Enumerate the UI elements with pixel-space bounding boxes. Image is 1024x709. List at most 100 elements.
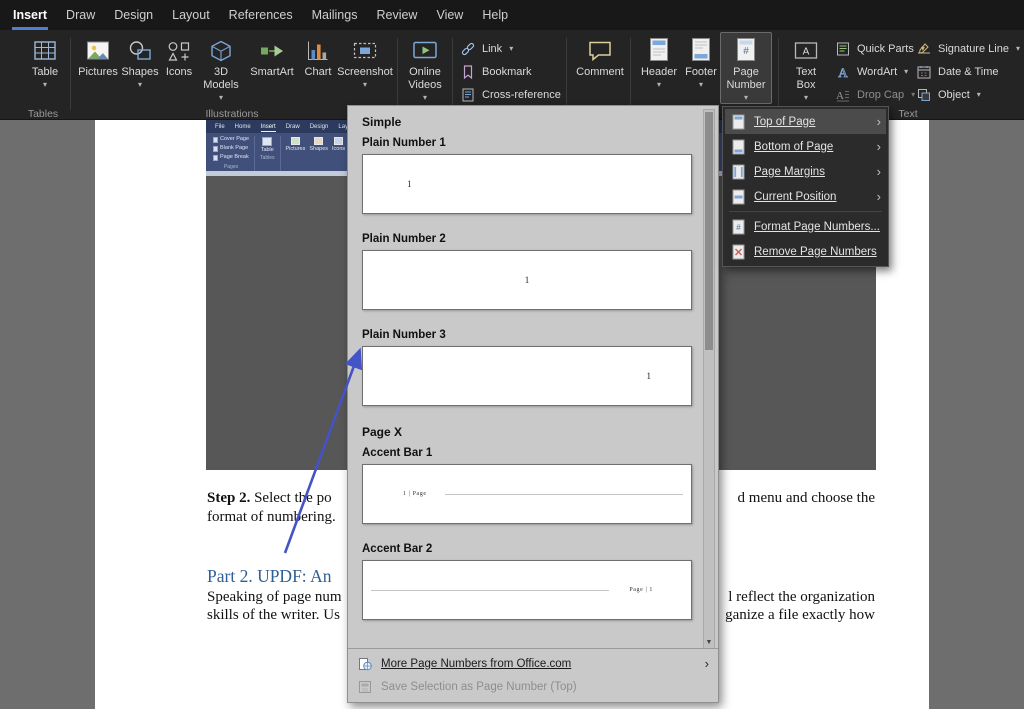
embedded-pages-group-label: Pages (213, 164, 249, 170)
tab-help[interactable]: Help (479, 0, 511, 30)
shapes-button[interactable]: Shapes ▾ (120, 35, 160, 89)
blank-page-icon (213, 146, 218, 152)
object-button[interactable]: Object ▾ (916, 86, 981, 104)
signature-line-button[interactable]: Signature Line ▾ (916, 40, 1020, 58)
embedded-tab: File (215, 124, 225, 130)
pictures-button-label: Pictures (78, 66, 118, 79)
menu-item-label: Bottom of Page (754, 141, 833, 153)
drop-cap-button[interactable]: A Drop Cap ▾ (835, 86, 915, 104)
more-page-numbers-label: More Page Numbers from Office.com (381, 658, 571, 670)
embedded-table-label: Table (261, 147, 274, 153)
date-time-button[interactable]: Date & Time (916, 63, 999, 81)
save-selection-menu-item[interactable]: Save Selection as Page Number (Top) (348, 675, 718, 698)
smartart-button[interactable]: SmartArt (245, 35, 299, 79)
embedded-tab: Draw (286, 124, 300, 130)
3d-models-icon (208, 35, 234, 63)
gallery-item-preview: 1 | Page (362, 464, 692, 524)
gallery-section-title-simple: Simple (362, 115, 718, 129)
header-button[interactable]: Header ▾ (637, 35, 681, 89)
footer-button[interactable]: Footer ▾ (681, 35, 721, 89)
drop-cap-icon: A (835, 87, 851, 103)
gallery-item-preview: 1 (362, 346, 692, 406)
embedded-illustrations-group: Pictures Shapes Icons (286, 136, 346, 171)
tab-insert[interactable]: Insert (10, 0, 50, 30)
doc-para-left-2: skills of the writer. Us (207, 606, 340, 624)
3d-models-button[interactable]: 3D Models ▾ (198, 35, 244, 102)
menu-item-format-page-numbers[interactable]: # Format Page Numbers... (725, 214, 886, 239)
submenu-arrow-icon: › (877, 190, 881, 203)
preview-page-number: 1 (647, 371, 652, 381)
online-videos-button-label-line1: Online (409, 66, 441, 79)
cross-reference-button[interactable]: Cross-reference (460, 86, 561, 104)
menu-item-label: Page Margins (754, 166, 825, 178)
menu-item-remove-page-numbers[interactable]: Remove Page Numbers (725, 239, 886, 264)
screenshot-button[interactable]: Screenshot ▾ (336, 35, 394, 89)
gallery-scrollbar-thumb[interactable] (705, 112, 713, 350)
embedded-icons-label: Icons (332, 146, 345, 152)
link-icon (460, 41, 476, 57)
icons-button-label: Icons (166, 66, 192, 79)
table-button[interactable]: Table ▾ (22, 35, 68, 89)
menu-item-top-of-page[interactable]: Top of Page › (725, 109, 886, 134)
gallery-section-title-page-x: Page X (362, 425, 718, 439)
embedded-table-icon (262, 137, 272, 146)
embedded-tab-insert: Insert (261, 124, 276, 130)
menu-item-label: Remove Page Numbers (754, 246, 877, 258)
submenu-arrow-icon: › (877, 140, 881, 153)
wordart-button[interactable]: A WordArt ▾ (835, 63, 908, 81)
embedded-shapes-label: Shapes (309, 146, 328, 152)
tab-layout[interactable]: Layout (169, 0, 213, 30)
drop-cap-button-label: Drop Cap (857, 89, 904, 101)
gallery-item-plain-number-2[interactable]: Plain Number 2 1 (348, 233, 718, 310)
embedded-group-divider (254, 136, 255, 171)
tab-view[interactable]: View (433, 0, 466, 30)
link-button[interactable]: Link ▾ (460, 40, 513, 58)
tab-references[interactable]: References (226, 0, 296, 30)
quick-parts-button[interactable]: Quick Parts ▾ (835, 40, 925, 58)
gallery-item-preview: 1 (362, 250, 692, 310)
cover-page-icon (213, 137, 218, 143)
tab-mailings[interactable]: Mailings (309, 0, 361, 30)
gallery-item-accent-bar-2[interactable]: Accent Bar 2 Page | 1 (348, 543, 718, 620)
tab-draw[interactable]: Draw (63, 0, 98, 30)
svg-text:A: A (803, 47, 810, 58)
tab-review[interactable]: Review (373, 0, 420, 30)
chart-button[interactable]: Chart (300, 35, 336, 79)
footer-icon (690, 35, 712, 63)
signature-line-button-label: Signature Line (938, 43, 1009, 55)
group-divider (566, 38, 567, 110)
doc-step2-bold: Step 2. (207, 490, 250, 506)
group-divider (630, 38, 631, 110)
menu-item-current-position[interactable]: Current Position › (725, 184, 886, 209)
comment-button[interactable]: Comment (575, 35, 625, 79)
chevron-down-icon: ▾ (219, 94, 223, 102)
online-videos-button[interactable]: Online Videos ▾ (401, 35, 449, 102)
chevron-down-icon: ▾ (744, 94, 748, 102)
svg-text:#: # (743, 46, 749, 57)
pictures-button[interactable]: Pictures (76, 35, 120, 79)
more-page-numbers-menu-item[interactable]: More Page Numbers from Office.com › (348, 652, 718, 675)
3d-models-button-label-line1: 3D (214, 66, 228, 79)
menu-item-bottom-of-page[interactable]: Bottom of Page › (725, 134, 886, 159)
bookmark-button[interactable]: Bookmark (460, 63, 532, 81)
current-position-icon (731, 189, 746, 205)
chart-button-label: Chart (305, 66, 332, 79)
screenshot-button-label: Screenshot (337, 66, 393, 79)
menu-item-page-margins[interactable]: Page Margins › (725, 159, 886, 184)
page-number-button[interactable]: # Page Number ▾ (720, 32, 772, 104)
gallery-item-plain-number-1[interactable]: Plain Number 1 1 (348, 137, 718, 214)
pictures-icon (85, 35, 111, 63)
menu-item-label: Top of Page (754, 116, 815, 128)
online-videos-icon (412, 35, 438, 63)
gallery-item-plain-number-3[interactable]: Plain Number 3 1 (348, 329, 718, 406)
embedded-pictures-icon (291, 137, 300, 145)
submenu-arrow-icon: › (877, 115, 881, 128)
gallery-item-preview: Page | 1 (362, 560, 692, 620)
icons-button[interactable]: Icons (161, 35, 197, 79)
text-box-button[interactable]: A Text Box ▾ (784, 35, 828, 102)
gallery-scrollbar[interactable]: ▼ (703, 109, 715, 651)
menu-item-label: Current Position (754, 191, 836, 203)
gallery-item-accent-bar-1[interactable]: Accent Bar 1 1 | Page (348, 447, 718, 524)
tab-design[interactable]: Design (111, 0, 156, 30)
smartart-button-label: SmartArt (250, 66, 293, 79)
